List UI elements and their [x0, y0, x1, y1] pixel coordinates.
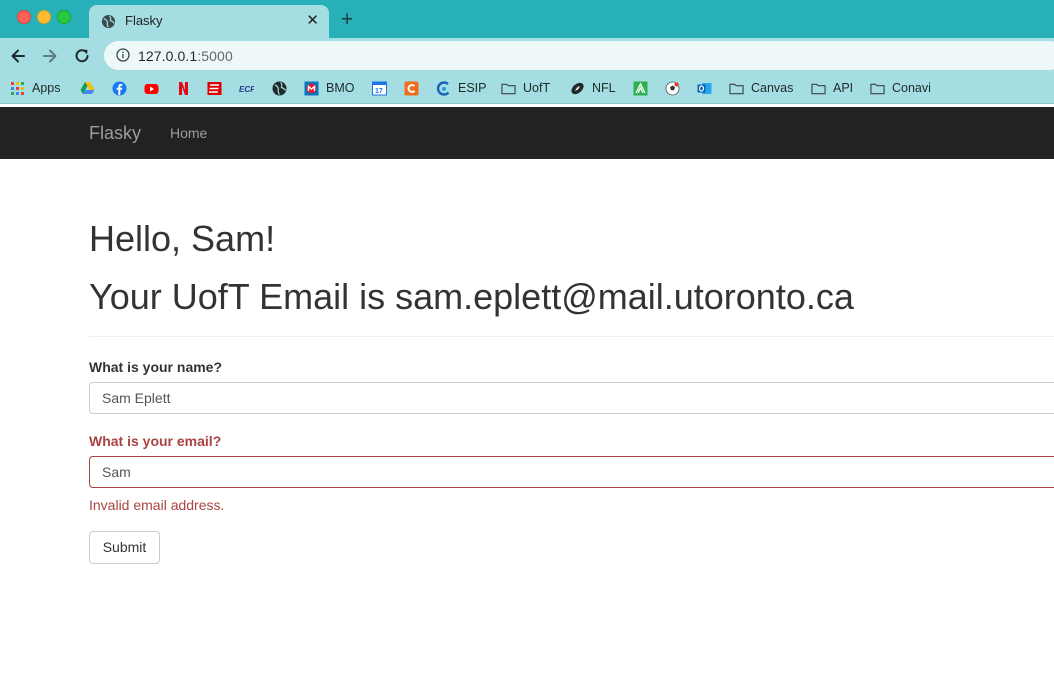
- minimize-window-button[interactable]: [37, 10, 51, 24]
- bookmark-canvas[interactable]: Canvas: [729, 80, 793, 96]
- bookmark-facebook[interactable]: [112, 80, 127, 96]
- bookmark-label: Canvas: [751, 81, 794, 95]
- email-error-message: Invalid email address.: [89, 497, 225, 513]
- bookmark-label: Apps: [32, 81, 61, 95]
- browser-toolbar: 127.0.0.1:5000: [0, 38, 1054, 74]
- bookmark-label: ESIP: [458, 81, 487, 95]
- browser-tab[interactable]: Flasky ✕: [89, 5, 329, 38]
- close-window-button[interactable]: [17, 10, 31, 24]
- email-label: What is your email?: [89, 433, 222, 449]
- netflix-icon: [179, 81, 188, 95]
- url-port: :5000: [197, 48, 233, 64]
- bookmarks-bar: Apps ECF BMO 17 ESIP UofT NFL Canvas API…: [0, 74, 1054, 104]
- svg-text:ECF: ECF: [239, 85, 254, 94]
- forward-arrow-icon[interactable]: [41, 47, 59, 65]
- url-host: 127.0.0.1: [138, 48, 198, 64]
- google-drive-icon: [80, 81, 95, 94]
- folder-icon: [501, 83, 516, 94]
- bookmark-label: NFL: [592, 81, 616, 95]
- bookmark-feedly[interactable]: [633, 80, 648, 96]
- bookmark-api[interactable]: API: [811, 80, 853, 96]
- bookmark-label: UofT: [523, 81, 551, 95]
- bookmark-ecf[interactable]: ECF: [239, 80, 254, 96]
- bookmark-c[interactable]: [404, 80, 419, 96]
- apps-grid-icon: [11, 81, 24, 95]
- email-input[interactable]: [89, 456, 1054, 488]
- bookmark-globe[interactable]: [272, 80, 287, 96]
- folder-icon: [729, 83, 744, 94]
- bookmark-nfl[interactable]: NFL: [570, 80, 616, 96]
- football-icon: [571, 82, 584, 94]
- outlook-icon: [697, 82, 712, 94]
- folder-icon: [870, 83, 885, 94]
- email-heading: Your UofT Email is sam.eplett@mail.utoro…: [89, 276, 854, 317]
- greeting-heading: Hello, Sam!: [89, 218, 276, 259]
- new-tab-icon[interactable]: +: [341, 9, 353, 31]
- maximize-window-button[interactable]: [57, 10, 71, 24]
- bookmark-label: API: [833, 81, 854, 95]
- nav-home-link[interactable]: Home: [170, 125, 207, 141]
- address-bar[interactable]: 127.0.0.1:5000: [104, 41, 1054, 70]
- c-icon: [404, 81, 419, 95]
- bookmark-outlook[interactable]: [697, 80, 712, 96]
- bookmark-netflix[interactable]: [176, 80, 191, 96]
- site-navbar: Flasky Home: [0, 107, 1054, 159]
- url-text: 127.0.0.1:5000: [138, 48, 233, 64]
- youtube-icon: [144, 83, 159, 94]
- ecf-icon: ECF: [239, 85, 254, 94]
- divider: [89, 336, 1054, 337]
- bookmark-youtube[interactable]: [144, 80, 159, 96]
- tab-title: Flasky: [125, 13, 163, 28]
- soccer-icon: [665, 81, 680, 95]
- svg-text:17: 17: [375, 88, 383, 95]
- globe-icon: [101, 14, 116, 29]
- bookmark-esip[interactable]: ESIP: [436, 80, 487, 96]
- bookmark-label: Conavi: [892, 81, 931, 95]
- back-arrow-icon[interactable]: [9, 47, 27, 65]
- bookmark-uoft[interactable]: UofT: [501, 80, 550, 96]
- bookmark-conavi[interactable]: Conavi: [870, 80, 931, 96]
- reload-icon[interactable]: [73, 47, 91, 65]
- calendar-icon: 17: [372, 81, 387, 95]
- esip-icon: [436, 80, 450, 96]
- bmo-icon: [304, 81, 319, 95]
- browser-title-bar: Flasky ✕ +: [0, 0, 1054, 38]
- bookmark-soccer[interactable]: [665, 80, 680, 96]
- facebook-icon: [112, 81, 127, 95]
- folder-icon: [811, 83, 826, 94]
- bookmark-label: BMO: [326, 81, 355, 95]
- name-input[interactable]: [89, 382, 1054, 414]
- feedly-icon: [633, 81, 648, 95]
- espn-icon: [207, 81, 222, 95]
- navbar-brand[interactable]: Flasky: [89, 123, 141, 144]
- info-icon[interactable]: [116, 48, 130, 62]
- submit-button[interactable]: Submit: [89, 531, 160, 564]
- name-label: What is your name?: [89, 359, 223, 375]
- close-tab-icon[interactable]: ✕: [306, 12, 319, 30]
- bookmark-espn[interactable]: [207, 80, 222, 96]
- bookmark-bmo[interactable]: BMO: [304, 80, 354, 96]
- bookmark-apps[interactable]: Apps: [10, 80, 61, 96]
- bookmark-google-drive[interactable]: [80, 80, 95, 96]
- globe-icon: [272, 81, 287, 95]
- bookmark-calendar[interactable]: 17: [372, 80, 387, 96]
